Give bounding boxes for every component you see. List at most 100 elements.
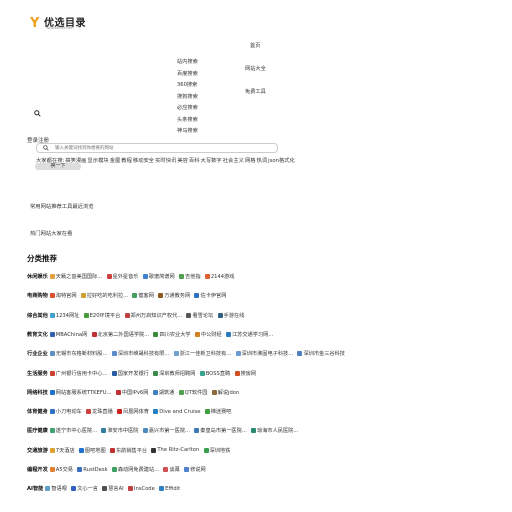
- hot-search-term[interactable]: json格式化: [268, 158, 295, 164]
- site-link[interactable]: 深圳市沸固电子科技...: [235, 350, 293, 357]
- site-link[interactable]: 森动网免费建站...: [111, 466, 159, 473]
- nav-free-tools[interactable]: 免费工具: [245, 88, 266, 95]
- site-link[interactable]: 深圳市维晟科技有限...: [111, 350, 169, 357]
- site-link[interactable]: 2144游戏: [204, 273, 234, 280]
- site-link[interactable]: 北京第二外国语学院...: [91, 331, 149, 338]
- hot-search-term[interactable]: 金屋: [110, 158, 121, 164]
- category-name[interactable]: 体育健身: [27, 408, 48, 415]
- site-link[interactable]: 解说jdon: [211, 389, 239, 396]
- site-link[interactable]: The Ritz-Carlton: [151, 447, 199, 453]
- category-name[interactable]: 电商购物: [27, 292, 48, 299]
- site-link[interactable]: 慧言AI: [102, 485, 124, 492]
- hot-search-term[interactable]: 百科: [189, 158, 200, 164]
- site-link[interactable]: 江苏交通学习网...: [225, 331, 273, 338]
- site-link[interactable]: 无锡市东格新材料股...: [49, 350, 107, 357]
- nav-search-engine[interactable]: 必应搜索: [177, 104, 198, 116]
- site-link[interactable]: 图吧地图: [78, 447, 106, 454]
- category-name[interactable]: 网络科技: [27, 389, 48, 396]
- site-link[interactable]: 中公财经: [194, 331, 222, 338]
- search-input[interactable]: [55, 145, 255, 151]
- site-link[interactable]: 梯迷赛吧: [204, 408, 231, 415]
- site-link[interactable]: MBAChina网: [49, 331, 87, 338]
- site-link[interactable]: 修说网: [184, 466, 206, 473]
- site-link[interactable]: 歌谱简谱网: [142, 273, 175, 280]
- site-link[interactable]: E20环境平台: [83, 312, 120, 319]
- site-link[interactable]: 搜房网: [234, 370, 256, 377]
- site-link[interactable]: 深圳教师招聘网: [153, 370, 195, 377]
- site-logo[interactable]: Y 优选目录 Youxuandir.com: [30, 14, 90, 34]
- site-link[interactable]: 天籁之音美国国际...: [49, 273, 102, 280]
- nav-search-engine[interactable]: 头条搜索: [177, 116, 198, 128]
- site-link[interactable]: 拉好吃的吃利拉...: [80, 292, 128, 299]
- site-link[interactable]: 东航销售平台: [109, 447, 147, 454]
- search-icon[interactable]: [34, 110, 41, 117]
- category-name[interactable]: 生活服务: [27, 370, 48, 377]
- category-name[interactable]: 休闲娱乐: [27, 273, 48, 280]
- site-link[interactable]: 星外星音乐: [106, 273, 138, 280]
- site-link[interactable]: RustDesk: [77, 467, 108, 473]
- nav-home[interactable]: 首页: [250, 42, 260, 49]
- site-link[interactable]: 湖筑通: [152, 389, 174, 396]
- site-link[interactable]: 国家开发银行: [111, 370, 149, 377]
- recommend-tabs[interactable]: 常用网站推荐工具最近浏览: [30, 202, 94, 210]
- nav-search-engine[interactable]: 360搜索: [177, 81, 198, 93]
- hot-search-term[interactable]: 实时快讯: [155, 158, 176, 164]
- site-link[interactable]: 凤凰网体育: [117, 408, 149, 415]
- site-link[interactable]: 看雪论坛: [186, 312, 213, 319]
- site-link[interactable]: 网站客服系统TTKEFU...: [49, 389, 112, 396]
- site-link[interactable]: 深圳市金三谷科技: [297, 350, 345, 357]
- site-link[interactable]: 谈幕: [163, 466, 180, 473]
- nav-site-directory[interactable]: 网站大全: [245, 65, 266, 72]
- site-link[interactable]: 佐卡伊官网: [194, 292, 226, 299]
- hot-search-term[interactable]: 大写数字: [201, 158, 222, 164]
- nav-search-engine[interactable]: 神马搜索: [177, 127, 198, 139]
- site-link[interactable]: 健客网: [132, 292, 154, 299]
- category-name[interactable]: 编程开发: [27, 466, 48, 473]
- hot-search-term[interactable]: 网格: [245, 158, 256, 164]
- category-name[interactable]: 综合其他: [27, 312, 48, 319]
- site-link[interactable]: QT软件园: [178, 389, 207, 396]
- hot-sites-heading[interactable]: 热门网站大家在看: [30, 229, 72, 237]
- hot-search-term[interactable]: 显示模块: [87, 158, 108, 164]
- site-link[interactable]: 嘉兴市第一医院...: [142, 427, 190, 434]
- site-link[interactable]: BOSS直聘: [199, 370, 230, 377]
- site-link[interactable]: 1234网址: [49, 312, 79, 319]
- hot-search-term[interactable]: 热词: [257, 158, 268, 164]
- site-link[interactable]: 淘特官网: [49, 292, 77, 299]
- site-link[interactable]: 中国IPv6网: [115, 389, 148, 396]
- hot-search-term[interactable]: 美容: [177, 158, 188, 164]
- site-link[interactable]: Effidit: [159, 486, 180, 492]
- site-link[interactable]: 遂宁市中心医院...: [49, 427, 97, 434]
- site-link[interactable]: 四川农业大学: [153, 331, 191, 338]
- search-icon[interactable]: [43, 145, 49, 151]
- hot-search-term[interactable]: 移动安全: [133, 158, 154, 164]
- category-name[interactable]: 交通旅游: [27, 447, 48, 454]
- site-link[interactable]: 智语嗯: [45, 485, 67, 492]
- category-name[interactable]: 医疗健康: [27, 427, 48, 434]
- site-link[interactable]: A5交易: [49, 466, 73, 473]
- nav-search-engine[interactable]: 搜狗搜索: [177, 93, 198, 105]
- site-link[interactable]: Dive and Cruise: [153, 409, 200, 415]
- site-link[interactable]: InsCode: [127, 486, 155, 492]
- site-link[interactable]: 万通教务网: [158, 292, 190, 299]
- site-link[interactable]: 郑州万启知识产权代...: [124, 312, 182, 319]
- site-link[interactable]: 手游在线: [217, 312, 244, 319]
- hot-search-term[interactable]: 教程: [121, 158, 132, 164]
- site-link[interactable]: 广州银行信用卡中心...: [49, 370, 107, 377]
- refresh-button[interactable]: 换一下: [35, 163, 81, 170]
- site-link[interactable]: 7天酒店: [49, 447, 75, 454]
- site-link[interactable]: 文心一言: [71, 485, 98, 492]
- site-link[interactable]: 深圳地铁: [203, 447, 230, 454]
- site-link[interactable]: 琼海市人民医院...: [251, 427, 298, 434]
- category-name[interactable]: 行业企业: [27, 350, 48, 357]
- category-name[interactable]: AI智能: [27, 485, 43, 492]
- site-link[interactable]: 秦皇岛市第一医院...: [194, 427, 247, 434]
- site-link[interactable]: 淮安市中医院: [101, 427, 138, 434]
- site-link[interactable]: 吉他指: [178, 273, 201, 280]
- site-link[interactable]: 小刀电动车: [49, 408, 82, 415]
- category-name[interactable]: 教育文化: [27, 331, 48, 338]
- nav-search-engine[interactable]: 站内搜索: [177, 58, 198, 70]
- site-link[interactable]: 龙珠直播: [86, 408, 113, 415]
- nav-search-engine[interactable]: 百度搜索: [177, 70, 198, 82]
- site-link[interactable]: 浙江一佳新卫科技有...: [173, 350, 231, 357]
